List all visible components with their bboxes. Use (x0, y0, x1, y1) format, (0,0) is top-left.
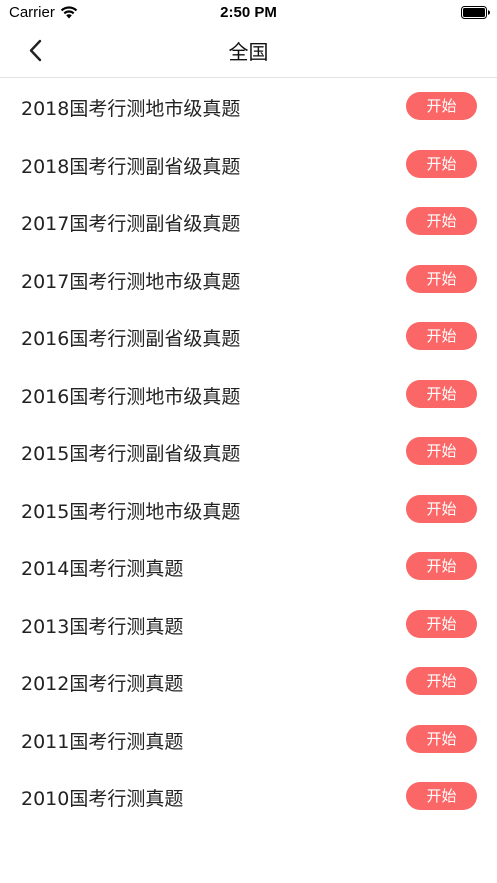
item-title: 2015国考行测地市级真题 (21, 500, 241, 523)
start-button[interactable]: 开始 (406, 724, 477, 753)
item-title: 2017国考行测副省级真题 (21, 213, 241, 235)
start-button[interactable]: 开始 (406, 149, 477, 178)
list-item: 2018国考行测地市级真题 开始 (0, 77, 497, 135)
item-title: 2015国考行测副省级真题 (21, 443, 241, 465)
item-title: 2018国考行测副省级真题 (21, 155, 241, 178)
navigation-bar: 全国 (0, 26, 497, 78)
list-item: 2010国考行测真题 开始 (0, 767, 497, 825)
clock: 2:50 PM (220, 4, 277, 21)
item-title: 2013国考行测真题 (21, 615, 184, 638)
battery-icon (461, 6, 490, 19)
item-title: 2012国考行测真题 (21, 673, 184, 695)
list-item: 2011国考行测真题 开始 (0, 710, 497, 768)
item-title: 2016国考行测副省级真题 (21, 328, 241, 350)
page-title: 全国 (228, 40, 269, 64)
start-button[interactable]: 开始 (406, 264, 477, 293)
item-title: 2010国考行测真题 (21, 788, 184, 810)
start-button[interactable]: 开始 (406, 322, 477, 350)
list-item: 2013国考行测真题 开始 (0, 595, 497, 653)
list-item: 2015国考行测副省级真题 开始 (0, 422, 497, 480)
start-button[interactable]: 开始 (406, 609, 477, 638)
start-button[interactable]: 开始 (406, 552, 477, 580)
item-title: 2017国考行测地市级真题 (21, 270, 241, 293)
start-button[interactable]: 开始 (406, 782, 477, 810)
item-title: 2018国考行测地市级真题 (21, 98, 241, 120)
start-button[interactable]: 开始 (406, 437, 477, 465)
list-item: 2016国考行测副省级真题 开始 (0, 307, 497, 365)
list-item: 2015国考行测地市级真题 开始 (0, 480, 497, 538)
exam-list: 2018国考行测地市级真题 开始 2018国考行测副省级真题 开始 2017国考… (0, 77, 497, 825)
list-item: 2014国考行测真题 开始 (0, 537, 497, 595)
start-button[interactable]: 开始 (406, 379, 477, 408)
list-item: 2016国考行测地市级真题 开始 (0, 365, 497, 423)
list-item: 2018国考行测副省级真题 开始 (0, 135, 497, 193)
item-title: 2016国考行测地市级真题 (21, 385, 241, 408)
item-title: 2014国考行测真题 (21, 558, 184, 580)
start-button[interactable]: 开始 (406, 207, 477, 235)
status-bar: Carrier 2:50 PM (0, 0, 497, 26)
list-item: 2017国考行测地市级真题 开始 (0, 250, 497, 308)
list-item: 2012国考行测真题 开始 (0, 652, 497, 710)
start-button[interactable]: 开始 (406, 667, 477, 695)
item-title: 2011国考行测真题 (21, 730, 184, 753)
list-item: 2017国考行测副省级真题 开始 (0, 192, 497, 250)
start-button[interactable]: 开始 (406, 494, 477, 523)
start-button[interactable]: 开始 (406, 92, 477, 120)
